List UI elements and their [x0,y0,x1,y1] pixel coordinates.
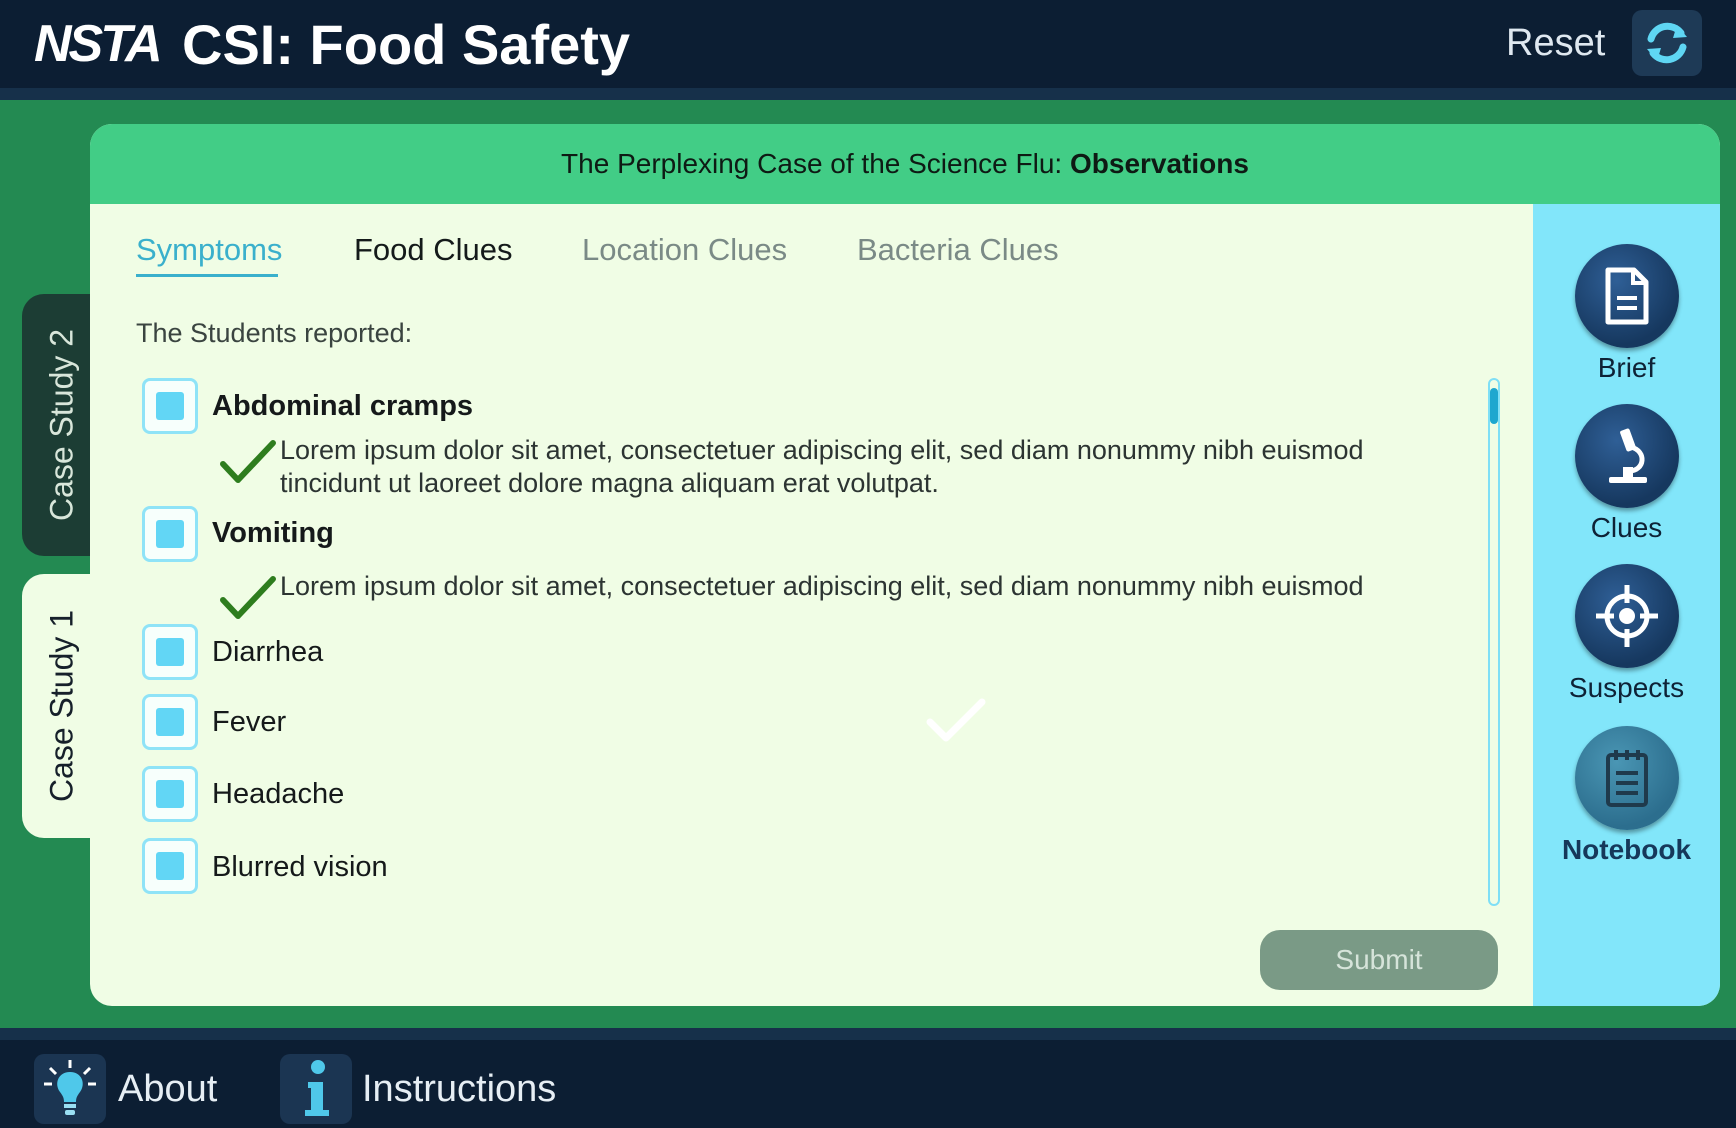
notebook-icon [1605,750,1648,807]
lightbulb-icon [44,1060,96,1115]
about-label[interactable]: About [118,1068,217,1111]
checkbox-abdominal-cramps[interactable] [142,378,198,434]
reset-button[interactable] [1632,10,1702,76]
rail-label-suspects: Suspects [1568,672,1685,703]
symptom-label-vomiting: Vomiting [212,517,334,549]
refresh-icon [1647,22,1687,64]
symptom-label-diarrhea: Diarrhea [212,636,324,668]
rail-button-suspects[interactable]: Suspects [1533,564,1720,704]
checkbox-blurred-vision[interactable] [142,838,198,894]
tab-case-study-2-label: Case Study 2 [43,328,80,522]
instructions-button[interactable] [280,1054,352,1124]
symptom-label-fever: Fever [212,706,287,738]
checkmark-icon [220,440,276,483]
rail-circle-clues [1574,404,1679,508]
checkbox-fever[interactable] [142,694,198,750]
ghost-checkmark-icon [926,698,986,742]
tab-symptoms[interactable]: Symptoms [136,232,282,268]
tab-location-clues[interactable]: Location Clues [582,232,787,268]
header-divider [0,88,1736,100]
rail-label-clues: Clues [1590,512,1663,543]
intro-text: The Students reported: [136,318,413,348]
crosshair-icon [1595,585,1658,647]
instructions-label[interactable]: Instructions [362,1068,556,1111]
active-tab-indicator [136,274,278,277]
about-button[interactable] [34,1054,106,1124]
symptom-note-vomiting: Lorem ipsum dolor sit amet, consectetuer… [280,571,1364,601]
nsta-logo: NSTA [34,15,163,73]
rail-circle-suspects [1574,564,1679,668]
checkbox-diarrhea[interactable] [142,624,198,680]
symptom-label-abdominal-cramps: Abdominal cramps [212,390,474,422]
checkbox-vomiting[interactable] [142,506,198,562]
checkmark-icon [220,576,276,619]
submit-button[interactable]: Submit [1260,930,1498,990]
observations-panel: The Perplexing Case of the Science Flu: … [90,124,1720,1006]
rail-button-notebook[interactable]: Notebook [1533,726,1720,866]
symptom-note-abdominal-cramps: Lorem ipsum dolor sit amet, consectetuer… [280,435,1364,498]
info-icon [305,1060,329,1116]
document-icon [1605,267,1648,325]
checkbox-headache[interactable] [142,766,198,822]
reset-label[interactable]: Reset [1506,22,1605,65]
app-header: NSTA CSI: Food Safety Reset [0,0,1736,88]
panel-title: The Perplexing Case of the Science Flu: … [90,124,1720,204]
app-title: CSI: Food Safety [182,13,631,76]
tab-case-study-1-label: Case Study 1 [43,609,80,803]
scrollbar-thumb[interactable] [1490,388,1498,424]
tab-bacteria-clues[interactable]: Bacteria Clues [857,232,1059,268]
list-scrollbar[interactable] [1488,378,1500,906]
panel-title-bold: Observations [1069,148,1249,179]
rail-button-clues[interactable]: Clues [1533,404,1720,544]
panel-title-prefix: The Perplexing Case of the Science Flu: [561,148,1070,179]
rail-circle-brief [1574,244,1679,348]
rail-button-brief[interactable]: Brief [1533,244,1720,384]
app-footer: About Instructions [0,1040,1736,1128]
symptom-label-headache: Headache [212,778,345,810]
rail-label-notebook: Notebook [1561,834,1692,865]
footer-divider [0,1028,1736,1040]
rail-label-brief: Brief [1597,352,1656,383]
rail-circle-notebook [1574,726,1679,830]
tab-food-clues[interactable]: Food Clues [354,232,513,268]
symptom-label-blurred-vision: Blurred vision [212,851,388,883]
microscope-icon [1608,428,1647,483]
